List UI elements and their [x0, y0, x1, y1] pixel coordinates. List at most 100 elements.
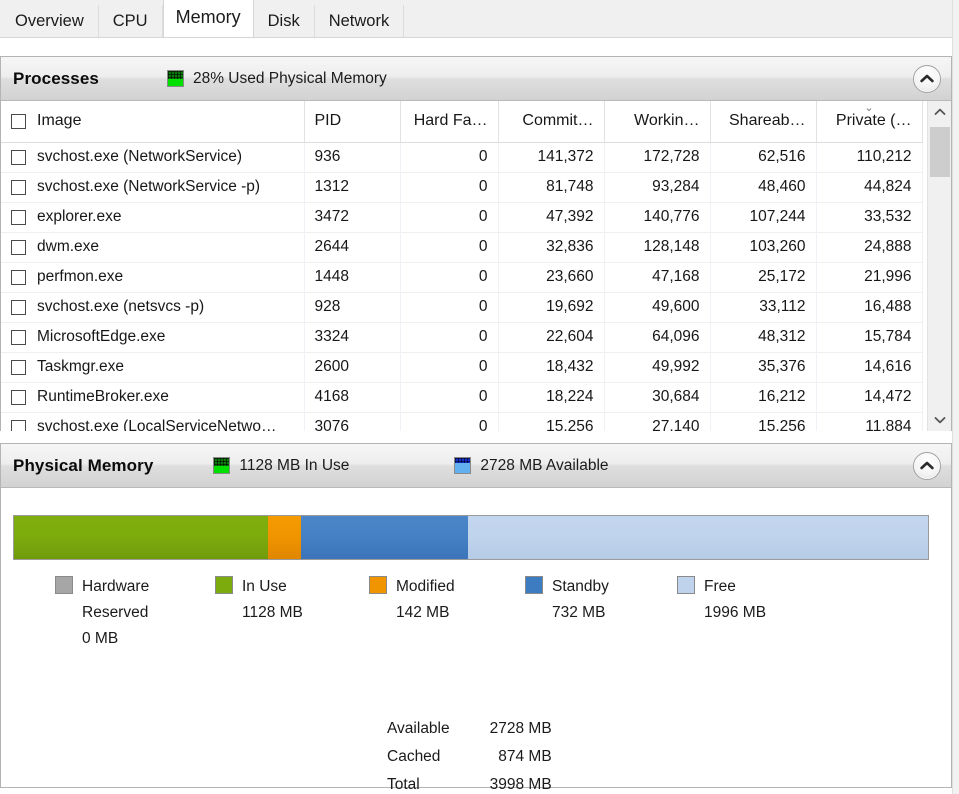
memory-stat-row: Available 2728 MB: [387, 716, 552, 742]
scrollbar-thumb[interactable]: [930, 127, 950, 177]
legend-text: Hardware Reserved 0 MB: [82, 574, 149, 652]
column-header-commit[interactable]: Commit…: [498, 101, 605, 143]
row-checkbox[interactable]: [11, 389, 26, 405]
select-all-checkbox[interactable]: [11, 113, 26, 129]
row-checkbox[interactable]: [11, 149, 26, 165]
cell-pid: 928: [304, 292, 401, 323]
column-header-pid[interactable]: PID: [304, 101, 401, 143]
process-name: svchost.exe (netsvcs -p): [37, 298, 205, 315]
processes-panel-header[interactable]: Processes 28% Used Physical Memory: [1, 57, 951, 101]
table-row[interactable]: perfmon.exe 1448 0 23,660 47,168 25,172 21,996: [1, 262, 923, 293]
cell-shareable: 48,460: [710, 172, 817, 203]
process-name: explorer.exe: [37, 208, 122, 225]
memory-stat-key: Cached: [387, 748, 441, 765]
tab-overview[interactable]: Overview: [0, 5, 99, 37]
cell-commit: 32,836: [498, 232, 605, 263]
chevron-down-icon: ⌄: [864, 102, 874, 114]
row-checkbox[interactable]: [11, 419, 26, 431]
processes-panel: Processes 28% Used Physical Memory Image: [0, 56, 952, 431]
tab-cpu[interactable]: CPU: [98, 5, 163, 37]
row-checkbox[interactable]: [11, 299, 26, 315]
cell-image: RuntimeBroker.exe: [1, 382, 305, 413]
legend-label: Modified: [396, 578, 455, 595]
table-row[interactable]: svchost.exe (NetworkService -p) 1312 0 81,7…: [1, 172, 923, 203]
row-checkbox[interactable]: [11, 329, 26, 345]
process-name: svchost.exe (LocalServiceNetwo…: [37, 418, 277, 431]
cell-hard_faults: 0: [400, 292, 499, 323]
tab-memory[interactable]: Memory: [162, 0, 254, 37]
row-checkbox[interactable]: [11, 209, 26, 225]
table-row[interactable]: MicrosoftEdge.exe 3324 0 22,604 64,096 48,312…: [1, 322, 923, 353]
physical-memory-in-use-status: 1128 MB In Use: [213, 457, 349, 475]
legend-text: Free 1996 MB: [704, 574, 766, 626]
tab-label: Network: [328, 11, 390, 30]
row-checkbox[interactable]: [11, 179, 26, 195]
cell-private: 24,888: [816, 232, 923, 263]
scroll-down-button[interactable]: [928, 409, 951, 431]
legend-label: Hardware: [82, 578, 150, 595]
legend-label-line2: Reserved: [82, 604, 149, 621]
cell-commit: 19,692: [498, 292, 605, 323]
cell-pid: 3324: [304, 322, 401, 353]
memory-bar-segment-standby: [300, 516, 469, 559]
table-row[interactable]: explorer.exe 3472 0 47,392 140,776 107,244 33,…: [1, 202, 923, 233]
page-scrollbar-track[interactable]: [953, 0, 959, 794]
column-header-workin[interactable]: Workin…: [604, 101, 711, 143]
cell-commit: 81,748: [498, 172, 605, 203]
cell-working: 64,096: [604, 322, 711, 353]
physical-memory-panel: Physical Memory 1128 MB In Use 2728 MB A…: [0, 443, 952, 793]
row-checkbox[interactable]: [11, 269, 26, 285]
cell-shareable: 35,376: [710, 352, 817, 383]
scroll-up-button[interactable]: [928, 101, 951, 123]
legend-value: 0 MB: [82, 630, 119, 647]
memory-usage-bar: [13, 515, 929, 560]
legend-label: In Use: [242, 578, 287, 595]
table-row[interactable]: RuntimeBroker.exe 4168 0 18,224 30,684 16,212…: [1, 382, 923, 413]
cell-private: 15,784: [816, 322, 923, 353]
table-row[interactable]: dwm.exe 2644 0 32,836 128,148 103,260 24,888: [1, 232, 923, 263]
cell-hard_faults: 0: [400, 172, 499, 203]
cell-working: 172,728: [604, 142, 711, 173]
column-header-label: Commit…: [522, 112, 594, 130]
table-row[interactable]: svchost.exe (netsvcs -p) 928 0 19,692 49,600…: [1, 292, 923, 323]
row-checkbox[interactable]: [11, 359, 26, 375]
cell-working: 30,684: [604, 382, 711, 413]
process-name: svchost.exe (NetworkService): [37, 148, 243, 165]
row-checkbox[interactable]: [11, 239, 26, 255]
cell-image: svchost.exe (netsvcs -p): [1, 292, 305, 323]
physical-memory-available-status: 2728 MB Available: [454, 457, 609, 475]
cell-image: Taskmgr.exe: [1, 352, 305, 383]
memory-stat-value: 3998 MB: [489, 776, 552, 793]
legend-label: Standby: [552, 578, 609, 595]
processes-memory-status: 28% Used Physical Memory: [166, 69, 387, 88]
tab-label: CPU: [112, 11, 148, 30]
physical-memory-panel-header[interactable]: Physical Memory 1128 MB In Use 2728 MB A…: [1, 444, 951, 488]
table-row[interactable]: svchost.exe (LocalServiceNetwo… 3076 0 15,2…: [1, 412, 923, 431]
tab-label: Disk: [267, 11, 300, 30]
legend-item-in-use: In Use 1128 MB: [215, 574, 303, 626]
cell-working: 140,776: [604, 202, 711, 233]
column-header-private[interactable]: ⌄ Private (…: [816, 101, 923, 143]
column-header-image[interactable]: Image: [1, 101, 305, 143]
cell-hard_faults: 0: [400, 382, 499, 413]
chevron-up-icon: [920, 74, 934, 83]
processes-collapse-button[interactable]: [913, 64, 941, 93]
legend-text: In Use 1128 MB: [242, 574, 303, 626]
processes-title: Processes: [13, 68, 99, 88]
legend-item-standby: Standby 732 MB: [525, 574, 609, 626]
table-row[interactable]: Taskmgr.exe 2600 0 18,432 49,992 35,376 14,616: [1, 352, 923, 383]
column-header-label: Private (…: [835, 112, 912, 130]
column-header-hardfa[interactable]: Hard Fa…: [400, 101, 499, 143]
column-header-shareab[interactable]: Shareab…: [710, 101, 817, 143]
processes-status-label: 28% Used Physical Memory: [192, 69, 387, 87]
table-row[interactable]: svchost.exe (NetworkService) 936 0 141,372 1…: [1, 142, 923, 173]
cell-hard_faults: 0: [400, 322, 499, 353]
column-header-label: PID: [314, 112, 342, 130]
physical-memory-collapse-button[interactable]: [913, 451, 941, 480]
tab-disk[interactable]: Disk: [253, 5, 315, 37]
page-scrollbar[interactable]: [952, 0, 959, 794]
tab-network[interactable]: Network: [314, 5, 405, 37]
legend-label: Free: [704, 578, 736, 595]
memory-stat-key: Total: [387, 776, 420, 793]
processes-scrollbar[interactable]: [927, 101, 951, 431]
